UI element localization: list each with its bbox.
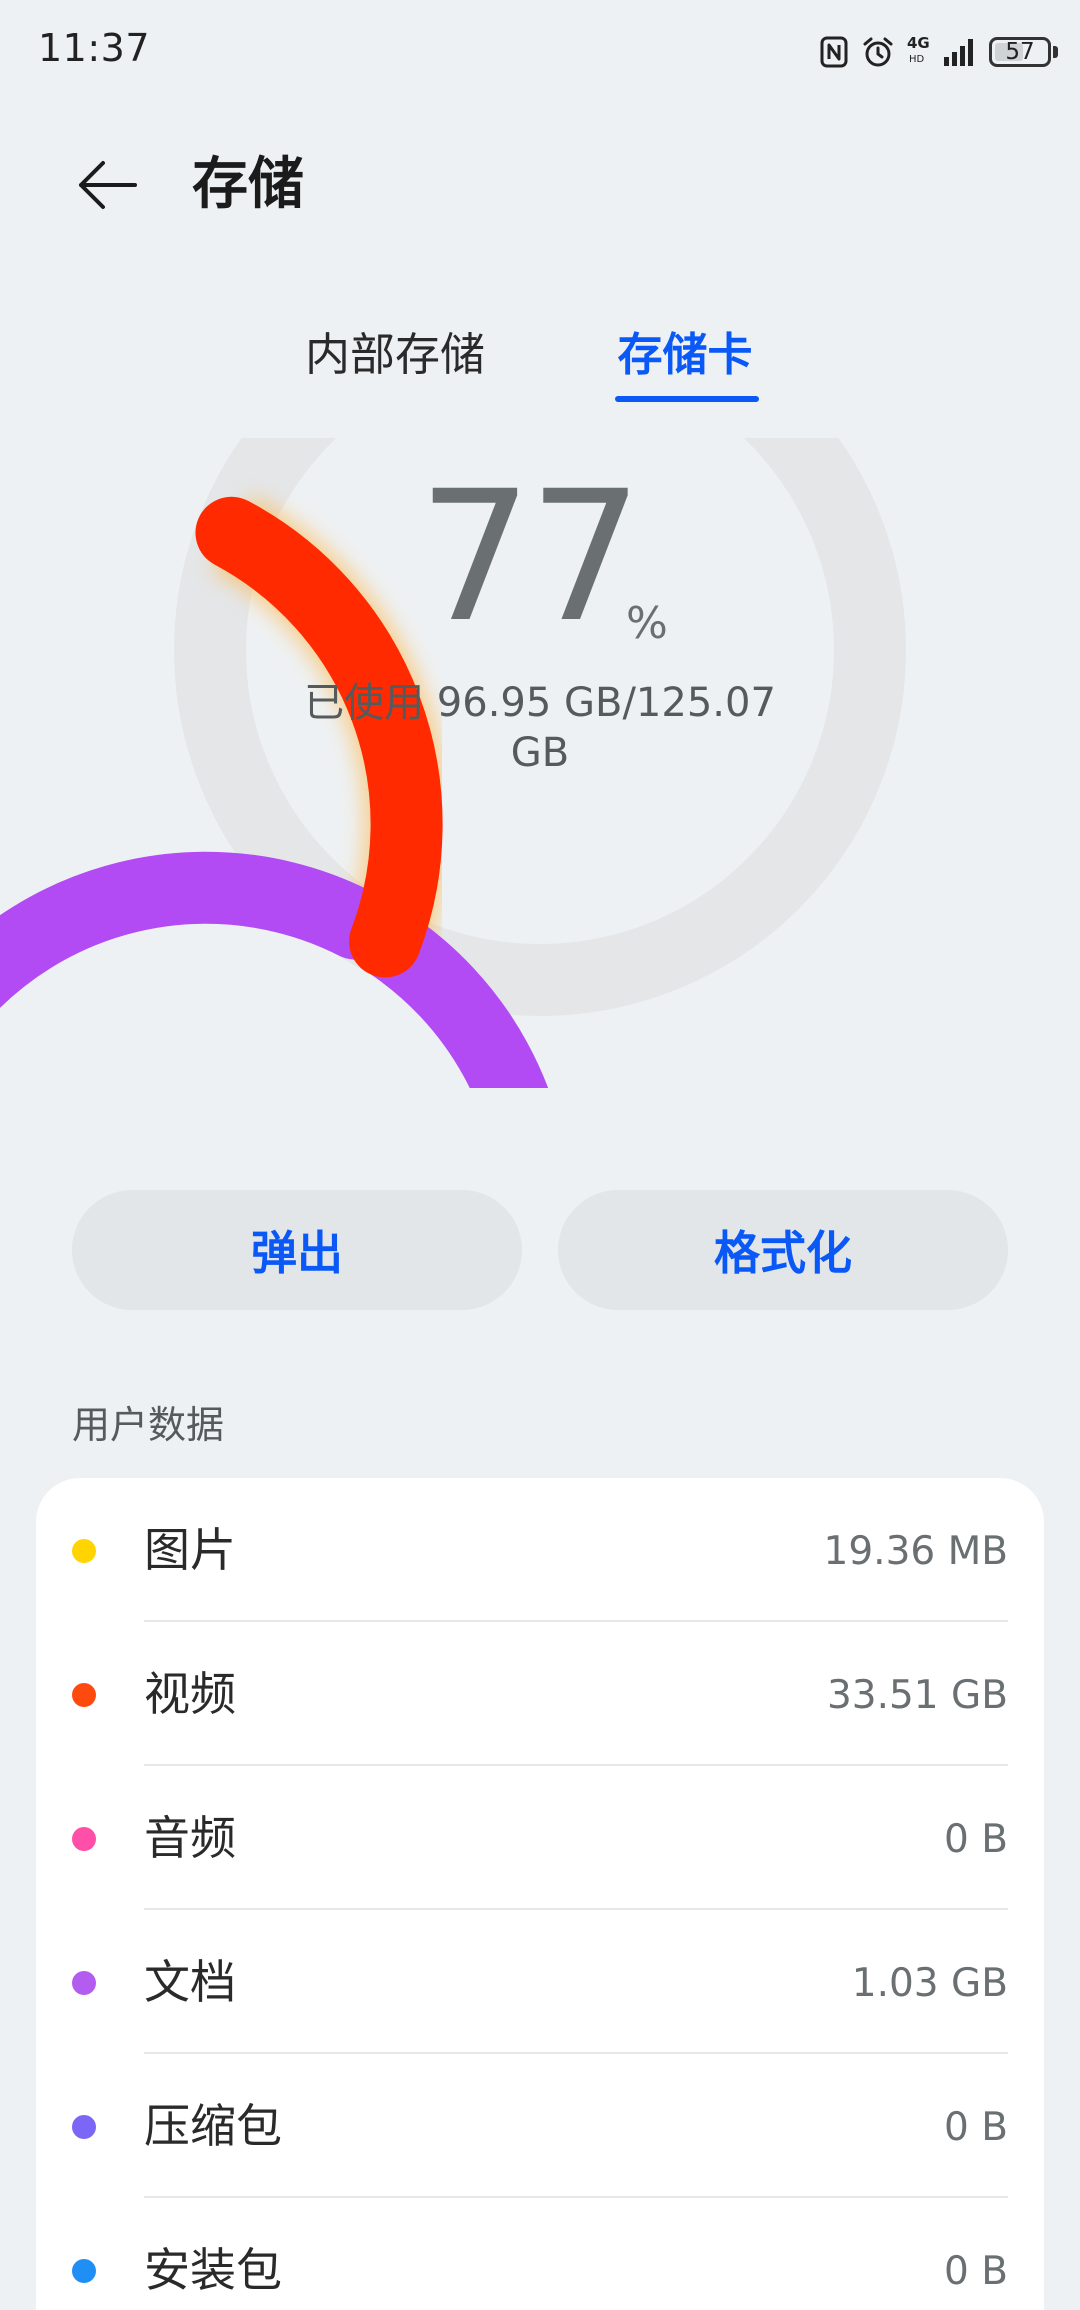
color-dot <box>72 1971 96 1995</box>
ring-center: 77 % 已使用 96.95 GB/125.07 GB <box>0 438 1080 1088</box>
item-size: 19.36 MB <box>823 1529 1008 1574</box>
percent-sign: % <box>626 598 668 649</box>
tab-sd-card[interactable]: 存储卡 <box>600 320 770 390</box>
list-item-archives[interactable]: 压缩包 0 B <box>36 2054 1044 2198</box>
list-item-images[interactable]: 图片 19.36 MB <box>36 1478 1044 1622</box>
network-subtype: HD <box>909 54 925 65</box>
color-dot <box>72 1683 96 1707</box>
eject-button[interactable]: 弹出 <box>72 1190 522 1310</box>
battery-body: 57 <box>989 37 1051 67</box>
storage-screen: 11:37 4G HD 57 存储 内部存储 存储卡 77 % 已使用 96.9… <box>0 0 1080 2310</box>
arrow-left-icon <box>79 161 137 209</box>
status-bar: 11:37 4G HD 57 <box>0 0 1080 100</box>
list-item-audio[interactable]: 音频 0 B <box>36 1766 1044 1910</box>
item-label: 音频 <box>144 1811 236 1865</box>
section-title-user-data: 用户数据 <box>72 1403 225 1447</box>
item-label: 安装包 <box>144 2243 282 2297</box>
item-size: 0 B <box>944 1817 1008 1862</box>
color-dot <box>72 1539 96 1563</box>
item-label: 视频 <box>144 1667 236 1721</box>
list-item-documents[interactable]: 文档 1.03 GB <box>36 1910 1044 2054</box>
item-size: 1.03 GB <box>851 1961 1008 2006</box>
color-dot <box>72 2259 96 2283</box>
item-label: 文档 <box>144 1955 236 2009</box>
list-item-videos[interactable]: 视频 33.51 GB <box>36 1622 1044 1766</box>
alarm-clock-icon <box>861 35 895 69</box>
color-dot <box>72 2115 96 2139</box>
item-size: 0 B <box>944 2249 1008 2294</box>
item-size: 33.51 GB <box>826 1673 1008 1718</box>
tab-internal-storage[interactable]: 内部存储 <box>290 320 500 390</box>
format-button[interactable]: 格式化 <box>558 1190 1008 1310</box>
item-label: 压缩包 <box>144 2099 282 2153</box>
network-indicator: 4G HD <box>907 34 931 70</box>
status-time: 11:37 <box>38 26 151 70</box>
usage-percent: 77 <box>418 453 643 662</box>
storage-tabs: 内部存储 存储卡 <box>0 320 1080 410</box>
header: 存储 <box>0 140 1080 230</box>
status-icons: 4G HD 57 <box>819 32 1058 72</box>
battery-percent: 57 <box>1005 38 1035 65</box>
nfc-icon <box>819 35 849 69</box>
item-size: 0 B <box>944 2105 1008 2150</box>
user-data-card: 图片 19.36 MB 视频 33.51 GB 音频 0 B 文档 1.03 G… <box>36 1478 1044 2310</box>
page-title: 存储 <box>192 152 304 217</box>
back-button[interactable] <box>70 150 144 220</box>
list-item-packages[interactable]: 安装包 0 B <box>36 2198 1044 2310</box>
item-label: 图片 <box>144 1523 236 1577</box>
used-capacity-text: 已使用 96.95 GB/125.07 GB <box>304 680 776 776</box>
color-dot <box>72 1827 96 1851</box>
usage-ring-area: 77 % 已使用 96.95 GB/125.07 GB <box>0 438 1080 1088</box>
battery-icon: 57 <box>989 37 1058 67</box>
active-tab-indicator <box>615 396 759 402</box>
signal-icon <box>943 37 977 67</box>
battery-cap <box>1053 46 1058 58</box>
action-buttons: 弹出 格式化 <box>0 1190 1080 1310</box>
network-type: 4G <box>907 34 930 52</box>
